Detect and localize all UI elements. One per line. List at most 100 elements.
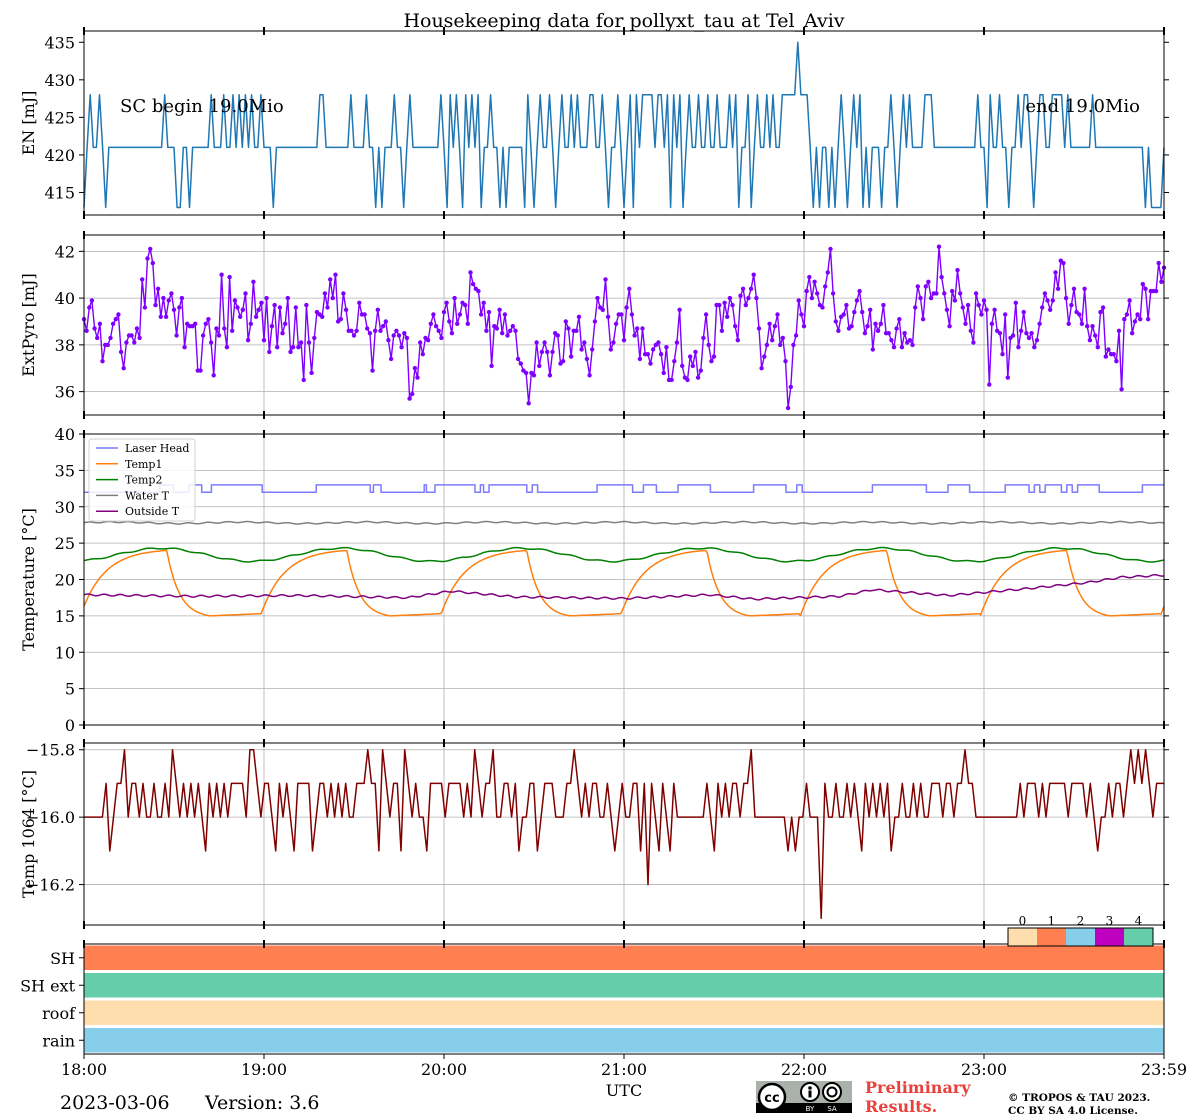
extpyro-ytick-label: 36 xyxy=(55,383,75,402)
extpyro-point xyxy=(1077,312,1082,317)
extpyro-point xyxy=(775,312,780,317)
extpyro-ytick-label: 42 xyxy=(55,242,75,261)
extpyro-point xyxy=(785,405,791,411)
extpyro-point xyxy=(928,295,934,301)
extpyro-point xyxy=(621,338,627,343)
extpyro-point xyxy=(1021,309,1026,315)
en-annotation-end: end 19.0Mio xyxy=(1025,96,1140,117)
extpyro-point xyxy=(341,291,346,296)
extpyro-point xyxy=(619,312,624,317)
extpyro-point xyxy=(579,347,584,352)
extpyro-point xyxy=(449,331,455,336)
extpyro-point xyxy=(992,307,997,312)
extpyro-point xyxy=(1145,317,1151,322)
extpyro-point xyxy=(182,345,187,350)
extpyro-point xyxy=(193,321,198,326)
extpyro-point xyxy=(502,312,508,317)
extpyro-point xyxy=(365,326,370,331)
legend-label-temp2: Temp2 xyxy=(125,474,162,487)
extpyro-point xyxy=(396,333,402,338)
extpyro-point xyxy=(841,312,846,317)
extpyro-point xyxy=(105,342,111,348)
extpyro-point xyxy=(402,331,407,336)
extpyro-point xyxy=(669,377,674,383)
panel-status: SH SH ext roof rain 18:00 19:00 20:00 21:00 22:0… xyxy=(20,940,1187,1100)
extpyro-point xyxy=(386,338,391,343)
extpyro-point xyxy=(796,298,801,303)
extpyro-point xyxy=(976,302,981,308)
status-row-label: rain xyxy=(42,1031,75,1050)
extpyro-point xyxy=(240,307,245,312)
extpyro-point xyxy=(764,342,770,348)
extpyro-point xyxy=(444,300,449,305)
extpyro-point xyxy=(508,328,513,333)
extpyro-point xyxy=(309,370,314,376)
extpyro-point xyxy=(560,359,566,364)
extpyro-point xyxy=(216,333,222,338)
extpyro-point xyxy=(1087,338,1093,343)
extpyro-point xyxy=(1140,281,1146,287)
extpyro-point xyxy=(418,340,423,345)
extpyro-point xyxy=(375,307,380,312)
extpyro-point xyxy=(979,312,984,317)
extpyro-point xyxy=(563,319,568,324)
extpyro-point xyxy=(910,342,915,348)
extpyro-point xyxy=(478,312,484,317)
extpyro-point xyxy=(1090,324,1095,329)
legend-label-laser-head: Laser Head xyxy=(125,442,189,455)
extpyro-point xyxy=(275,345,280,350)
extpyro-ytick-label: 40 xyxy=(55,289,75,308)
extpyro-point xyxy=(748,286,754,291)
extpyro-point xyxy=(830,291,836,296)
colorbar-cell-1 xyxy=(1037,928,1066,946)
extpyro-point xyxy=(198,368,203,373)
extpyro-point xyxy=(788,384,793,390)
extpyro-point xyxy=(738,293,743,298)
extpyro-point xyxy=(301,377,306,383)
extpyro-point xyxy=(412,366,418,371)
status-row-sh xyxy=(84,945,1164,970)
extpyro-point xyxy=(645,352,650,357)
temperature-ytick-label: 20 xyxy=(55,571,75,590)
extpyro-point xyxy=(920,317,926,322)
extpyro-point xyxy=(674,340,680,345)
extpyro-point xyxy=(238,314,243,319)
extpyro-point xyxy=(388,356,394,362)
extpyro-point xyxy=(1029,331,1034,336)
temperature-ytick-label: 5 xyxy=(65,680,75,699)
extpyro-point xyxy=(971,340,976,345)
extpyro-point xyxy=(277,305,283,310)
extpyro-point xyxy=(926,279,931,284)
extpyro-point xyxy=(648,361,653,366)
temperature-ylabel: Temperature [°C] xyxy=(19,508,38,651)
extpyro-point xyxy=(1079,321,1085,326)
extpyro-point xyxy=(754,295,759,301)
extpyro-point xyxy=(759,366,764,371)
extpyro-point xyxy=(809,295,815,301)
extpyro-point xyxy=(1061,260,1066,266)
extpyro-point xyxy=(1143,286,1148,291)
extpyro-point xyxy=(436,328,441,333)
extpyro-point xyxy=(110,321,116,326)
extpyro-point xyxy=(510,324,515,329)
extpyro-point xyxy=(947,324,952,329)
en-ylabel: EN [mJ] xyxy=(19,91,38,156)
extpyro-point xyxy=(740,286,746,291)
extpyro-point xyxy=(1037,321,1042,326)
extpyro-point xyxy=(1153,288,1159,294)
extpyro-point xyxy=(584,356,590,362)
temperature-ytick-label: 35 xyxy=(55,461,75,480)
extpyro-point xyxy=(447,319,452,324)
legend-label-outside-t: Outside T xyxy=(125,505,180,518)
extpyro-point xyxy=(1135,312,1140,317)
extpyro-point xyxy=(518,361,523,366)
extpyro-point xyxy=(1098,309,1103,315)
extpyro-point xyxy=(505,333,510,338)
extpyro-point xyxy=(367,331,373,336)
copyright-line1: © TROPOS & TAU 2023. xyxy=(1008,1092,1151,1104)
extpyro-point xyxy=(100,359,105,364)
x-tick-label: 18:00 xyxy=(61,1060,107,1079)
extpyro-point xyxy=(730,302,735,308)
extpyro-point xyxy=(672,359,677,364)
extpyro-point xyxy=(420,352,425,357)
